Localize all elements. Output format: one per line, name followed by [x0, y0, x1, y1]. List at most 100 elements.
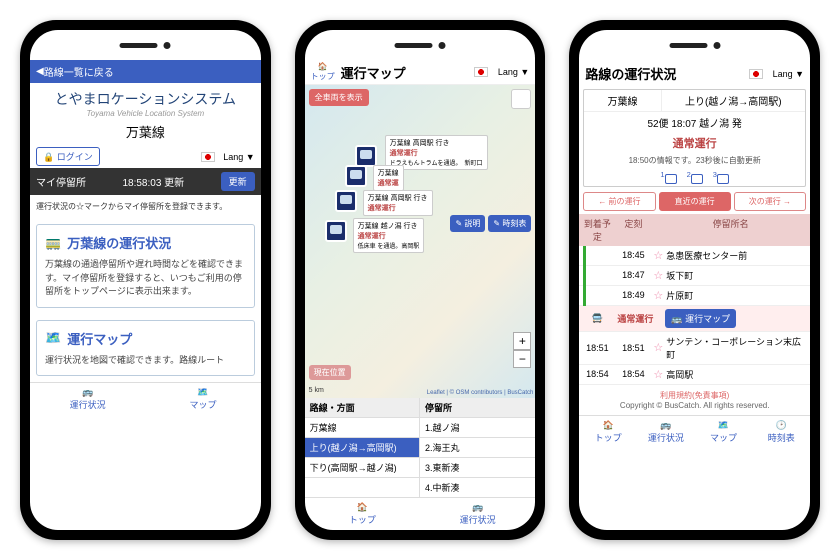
- phone-screen: 路線の運行状況 Lang ▼ 万葉線上り(越ノ潟→高岡駅) 52便 18:07 …: [579, 30, 810, 530]
- star-icon[interactable]: ☆: [653, 269, 663, 282]
- mystop-bar: マイ停留所 18:58:03 更新 更新: [30, 168, 261, 195]
- stop-row[interactable]: 18:5418:54☆高岡駅: [579, 365, 810, 385]
- star-icon[interactable]: ☆: [653, 341, 663, 354]
- update-time: 18:58:03 更新: [122, 174, 184, 189]
- route-cell: [305, 478, 420, 497]
- bus-popup[interactable]: 万葉線 越ノ潟 行き通常運行低床車 を通過。高岡駅: [353, 218, 425, 253]
- stop-cell[interactable]: 4.中新湊: [420, 478, 535, 497]
- terms-link[interactable]: 利用規約(免責事項): [660, 391, 729, 400]
- card-status[interactable]: 🚃万葉線の運行状況 万葉線の通過停留所や遅れ時間などを確認できます。マイ停留所を…: [36, 224, 255, 308]
- map-button[interactable]: 🚌 運行マップ: [665, 309, 736, 328]
- update-info: 18:50の情報です。23秒後に自動更新: [584, 153, 805, 168]
- stop-row[interactable]: 18:49☆片原町: [579, 286, 810, 306]
- trip-num[interactable]: 2: [687, 170, 703, 184]
- bus-marker-icon[interactable]: [325, 220, 347, 242]
- lang-select[interactable]: Lang ▼: [498, 67, 529, 77]
- card-map[interactable]: 🗺️運行マップ 運行状況を地図で確認できます。路線ルート: [36, 320, 255, 377]
- update-button[interactable]: 更新: [221, 172, 255, 191]
- lang-select[interactable]: Lang ▼: [223, 152, 254, 162]
- layers-button[interactable]: [511, 89, 531, 109]
- scale-bar: 5 km: [309, 387, 324, 394]
- phone-screen: 🏠トップ 運行マップ Lang ▼ 全車両を表示 万葉線 高岡駅 行き通常運行ド…: [305, 30, 536, 530]
- back-label: 路線一覧に戻る: [44, 64, 114, 79]
- zoom-controls: + −: [513, 332, 531, 368]
- stop-row[interactable]: 18:47☆坂下町: [579, 266, 810, 286]
- zoom-out-button[interactable]: −: [513, 350, 531, 368]
- tab-status[interactable]: 🚌運行状況: [637, 416, 695, 448]
- back-button[interactable]: ◀ 路線一覧に戻る: [30, 60, 261, 83]
- trip-info-box: 万葉線上り(越ノ潟→高岡駅) 52便 18:07 越ノ潟 発 通常運行 18:5…: [583, 89, 806, 187]
- phone-3: 路線の運行状況 Lang ▼ 万葉線上り(越ノ潟→高岡駅) 52便 18:07 …: [569, 20, 820, 540]
- top-button[interactable]: 🏠トップ: [311, 62, 335, 82]
- direction-label: 上り(越ノ潟→高岡駅): [662, 90, 805, 111]
- current-position-row: 🚍 通常運行 🚌 運行マップ: [579, 306, 810, 332]
- trip-selector: 1 2 3: [584, 168, 805, 186]
- tab-top[interactable]: 🏠トップ: [305, 498, 420, 530]
- bottom-tabs: 🏠トップ 🚌運行状況 🗺️マップ 🕑時刻表: [579, 415, 810, 448]
- system-subtitle: Toyama Vehicle Location System: [30, 109, 261, 118]
- route-cell-selected[interactable]: 上り(越ノ潟→高岡駅): [305, 438, 420, 457]
- next-trip-button[interactable]: 次の運行 →: [734, 192, 806, 211]
- mystop-label: マイ停留所: [36, 174, 86, 189]
- col-route: 路線・方面: [305, 398, 420, 417]
- zoom-in-button[interactable]: +: [513, 332, 531, 350]
- map-canvas[interactable]: 全車両を表示 万葉線 高岡駅 行き通常運行ドラえもんトラムを通過。 新町口 万葉…: [305, 85, 536, 398]
- route-table: 路線・方面停留所 万葉線1.越ノ潟 上り(越ノ潟→高岡駅)2.海王丸 下り(高岡…: [305, 398, 536, 497]
- trip-nav: ← 前の運行 直近の運行 次の運行 →: [579, 189, 810, 214]
- tab-status[interactable]: 🚌運行状況: [420, 498, 535, 530]
- star-icon[interactable]: ☆: [653, 289, 663, 302]
- stop-cell[interactable]: 3.東新湊: [420, 458, 535, 477]
- prev-trip-button[interactable]: ← 前の運行: [583, 192, 655, 211]
- tab-map[interactable]: 🗺️マップ: [145, 383, 260, 415]
- progress-arrow-icon: [583, 246, 586, 306]
- location-button[interactable]: 現在位置: [309, 365, 351, 380]
- trip-label: 52便 18:07 越ノ潟 発: [584, 112, 805, 133]
- star-icon[interactable]: ☆: [653, 368, 663, 381]
- current-trip-button[interactable]: 直近の運行: [659, 192, 731, 211]
- tab-map[interactable]: 🗺️マップ: [695, 416, 753, 448]
- route-cell[interactable]: 下り(高岡駅→越ノ潟): [305, 458, 420, 477]
- all-vehicles-button[interactable]: 全車両を表示: [309, 89, 369, 106]
- current-status: 通常運行: [615, 309, 655, 328]
- bus-marker-icon[interactable]: [335, 190, 357, 212]
- route-cell[interactable]: 万葉線: [305, 418, 420, 437]
- stop-list: 18:45☆急患医療センター前 18:47☆坂下町 18:49☆片原町: [579, 246, 810, 306]
- lang-select[interactable]: Lang ▼: [773, 69, 804, 79]
- system-title: とやまロケーションシステム: [30, 89, 261, 109]
- bottom-tabs: 🏠トップ 🚌運行状況: [305, 497, 536, 530]
- col-stop: 停留所: [420, 398, 535, 417]
- page-title: 路線の運行状況: [585, 64, 676, 83]
- bus-marker-icon[interactable]: [345, 165, 367, 187]
- tab-timetable[interactable]: 🕑時刻表: [752, 416, 810, 448]
- stop-cell[interactable]: 2.海王丸: [420, 438, 535, 457]
- phone-2: 🏠トップ 運行マップ Lang ▼ 全車両を表示 万葉線 高岡駅 行き通常運行ド…: [295, 20, 546, 540]
- tab-top[interactable]: 🏠トップ: [579, 416, 637, 448]
- trip-num[interactable]: 3: [713, 170, 729, 184]
- login-button[interactable]: 🔒 ログイン: [36, 147, 100, 166]
- map-attribution: Leaflet | © OSM contributors | BusCatch: [427, 390, 534, 396]
- tab-status[interactable]: 🚌運行状況: [30, 383, 145, 415]
- stop-cell[interactable]: 1.越ノ潟: [420, 418, 535, 437]
- desc-button[interactable]: ✎ 説明: [450, 215, 485, 232]
- header: 路線の運行状況 Lang ▼: [579, 60, 810, 87]
- flag-icon: [201, 152, 215, 162]
- bus-marker-icon[interactable]: [355, 145, 377, 167]
- header: 🏠トップ 運行マップ Lang ▼: [305, 60, 536, 85]
- mystop-note: 運行状況の☆マークからマイ停留所を登録できます。: [30, 195, 261, 218]
- status-label: 通常運行: [584, 133, 805, 153]
- trip-num[interactable]: 1: [660, 170, 676, 184]
- bus-position-icon: 🚍: [592, 313, 603, 323]
- footer: 利用規約(免責事項) Copyright © BusCatch. All rig…: [579, 385, 810, 415]
- bus-popup[interactable]: 万葉線 高岡駅 行き通常運行: [363, 190, 433, 216]
- bottom-tabs: 🚌運行状況 🗺️マップ: [30, 382, 261, 415]
- route-name: 万葉線: [30, 122, 261, 141]
- stop-row[interactable]: 18:45☆急患医療センター前: [579, 246, 810, 266]
- copyright: Copyright © BusCatch. All rights reserve…: [620, 401, 770, 410]
- bus-popup[interactable]: 万葉線通常運: [373, 165, 404, 191]
- table-head: 到着予定 定刻 停留所名: [579, 214, 810, 246]
- map-pin-icon: 🗺️: [45, 330, 61, 346]
- stop-row[interactable]: 18:5118:51☆サンテン・コーポレーション末広町: [579, 332, 810, 365]
- timetable-button[interactable]: ✎ 時刻表: [488, 215, 531, 232]
- page-title: 運行マップ: [341, 63, 406, 82]
- star-icon[interactable]: ☆: [653, 249, 663, 262]
